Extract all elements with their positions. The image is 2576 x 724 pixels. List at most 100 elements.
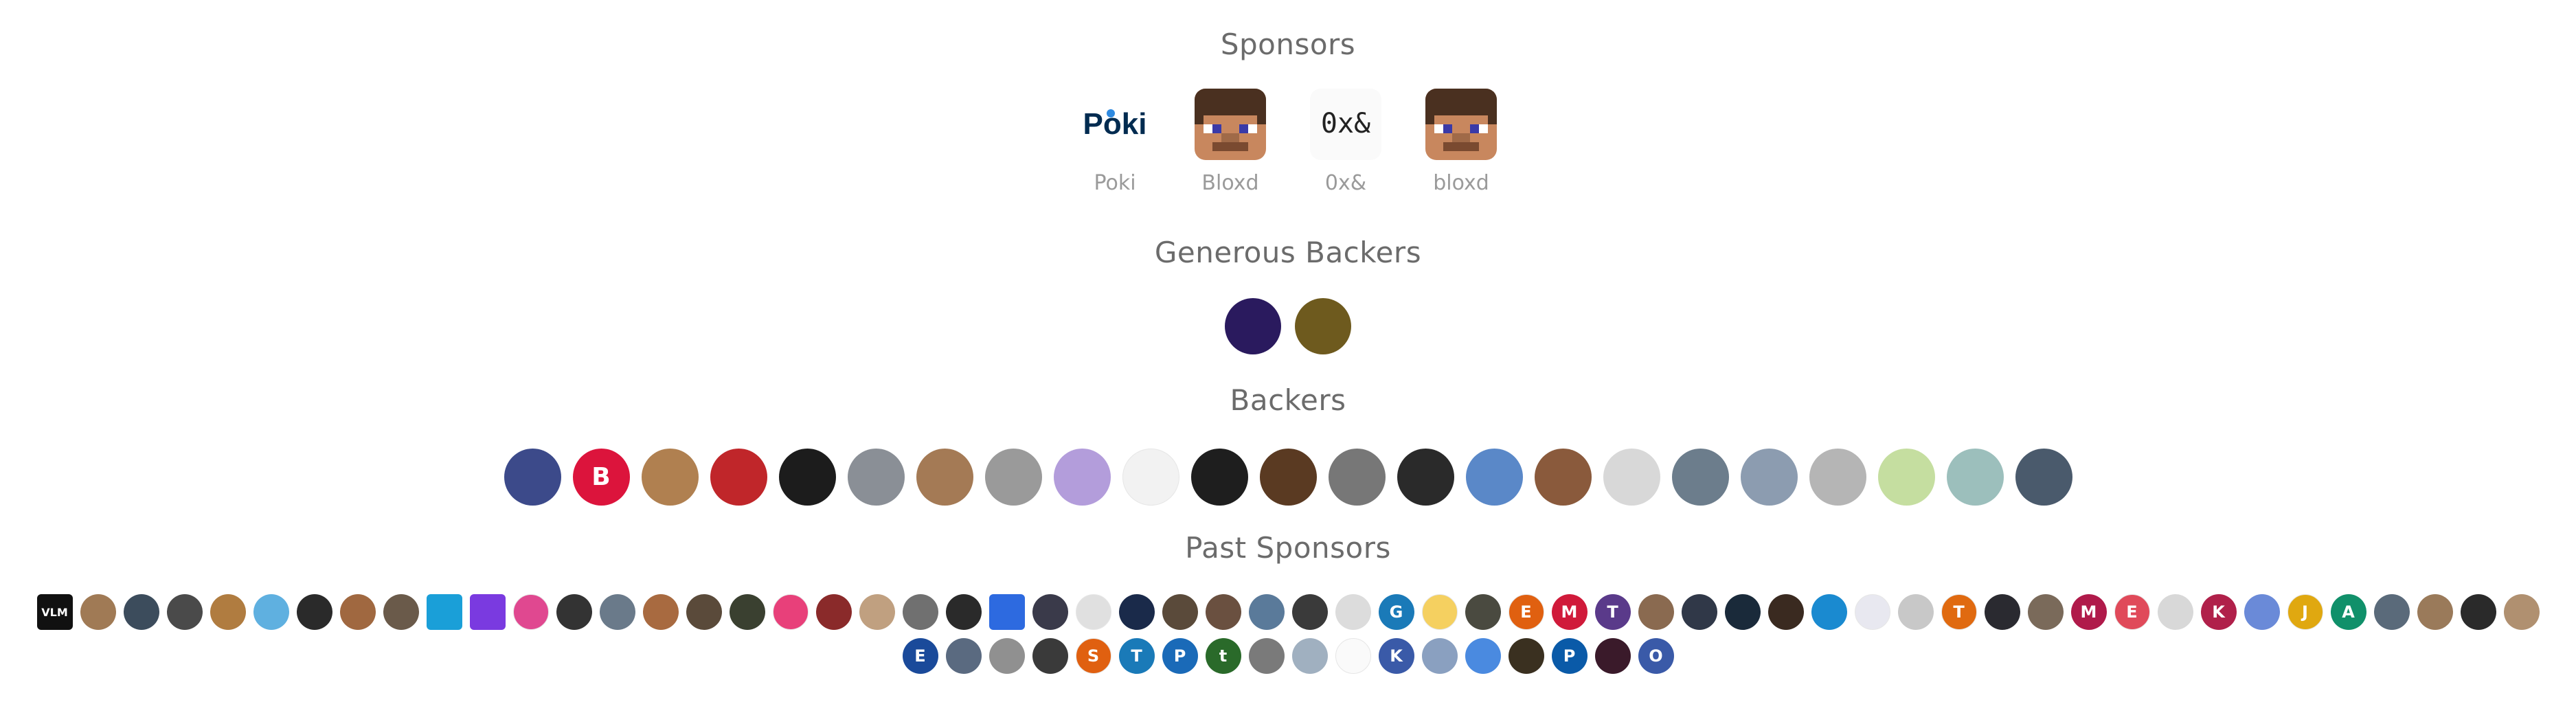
past-sponsor-avatar[interactable] xyxy=(123,594,159,630)
backer-avatar[interactable] xyxy=(1603,449,1660,506)
past-sponsor-avatar[interactable]: P xyxy=(1162,638,1198,674)
backer-avatar[interactable] xyxy=(1809,449,1866,506)
past-sponsor-avatar[interactable] xyxy=(1032,594,1068,630)
past-sponsor-avatar[interactable] xyxy=(859,594,895,630)
backer-avatar[interactable] xyxy=(641,449,699,506)
past-sponsor-avatar[interactable]: M xyxy=(1551,594,1588,630)
past-sponsor-avatar[interactable]: G xyxy=(1378,594,1414,630)
past-sponsor-avatar[interactable] xyxy=(339,594,376,630)
backer-avatar[interactable] xyxy=(778,449,836,506)
backer-avatar[interactable] xyxy=(1877,449,1935,506)
past-sponsor-avatar[interactable]: M xyxy=(2070,594,2107,630)
past-sponsor-avatar[interactable]: P xyxy=(1551,638,1588,674)
past-sponsor-avatar[interactable] xyxy=(1638,594,1674,630)
past-sponsor-avatar[interactable] xyxy=(815,594,852,630)
sponsor-bloxd-2[interactable]: bloxd xyxy=(1425,89,1498,195)
past-sponsor-avatar[interactable] xyxy=(1465,638,1501,674)
backer-avatar[interactable] xyxy=(847,449,905,506)
past-sponsor-avatar[interactable]: E xyxy=(1508,594,1544,630)
backer-avatar[interactable] xyxy=(1259,449,1317,506)
past-sponsor-avatar[interactable] xyxy=(2027,594,2064,630)
sponsor-poki[interactable]: Poki Poki xyxy=(1078,89,1151,195)
past-sponsor-avatar[interactable] xyxy=(902,594,938,630)
past-sponsor-avatar[interactable] xyxy=(80,594,116,630)
backer-avatar[interactable] xyxy=(1465,449,1523,506)
backer-avatar[interactable]: B xyxy=(572,449,630,506)
past-sponsor-avatar[interactable] xyxy=(642,594,679,630)
backer-avatar[interactable] xyxy=(1053,449,1111,506)
past-sponsor-avatar[interactable] xyxy=(426,594,462,630)
past-sponsor-avatar[interactable] xyxy=(1421,638,1458,674)
backer-avatar[interactable] xyxy=(1740,449,1798,506)
past-sponsor-avatar[interactable] xyxy=(1118,594,1155,630)
past-sponsor-avatar[interactable] xyxy=(210,594,246,630)
backer-avatar[interactable] xyxy=(916,449,973,506)
past-sponsor-avatar[interactable]: E xyxy=(902,638,938,674)
backer-avatar[interactable] xyxy=(710,449,767,506)
past-sponsor-avatar[interactable] xyxy=(556,594,592,630)
past-sponsor-avatar[interactable] xyxy=(1421,594,1458,630)
past-sponsor-avatar[interactable]: T xyxy=(1118,638,1155,674)
past-sponsor-avatar[interactable] xyxy=(729,594,765,630)
past-sponsor-avatar[interactable]: T xyxy=(1941,594,1977,630)
past-sponsor-avatar[interactable] xyxy=(988,638,1025,674)
golden-figure-avatar-icon[interactable] xyxy=(1295,298,1351,354)
past-sponsor-avatar[interactable] xyxy=(2157,594,2193,630)
past-sponsor-avatar[interactable] xyxy=(1291,638,1328,674)
past-sponsor-avatar[interactable] xyxy=(1465,594,1501,630)
backer-avatar[interactable] xyxy=(504,449,561,506)
past-sponsor-avatar[interactable] xyxy=(1335,594,1371,630)
past-sponsor-avatar[interactable]: O xyxy=(1638,638,1674,674)
past-sponsor-avatar[interactable] xyxy=(1681,594,1717,630)
past-sponsor-avatar[interactable] xyxy=(2417,594,2453,630)
backer-avatar[interactable] xyxy=(1190,449,1248,506)
past-sponsor-avatar[interactable] xyxy=(1508,638,1544,674)
past-sponsor-avatar[interactable]: T xyxy=(1594,594,1631,630)
past-sponsor-avatar[interactable] xyxy=(1205,594,1241,630)
backer-avatar[interactable] xyxy=(2015,449,2072,506)
past-sponsor-avatar[interactable]: S xyxy=(1075,638,1111,674)
past-sponsor-avatar[interactable] xyxy=(166,594,203,630)
backer-avatar[interactable] xyxy=(1946,449,2004,506)
past-sponsor-avatar[interactable] xyxy=(1248,594,1285,630)
sponsor-bloxd[interactable]: Bloxd xyxy=(1194,89,1267,195)
past-sponsor-avatar[interactable] xyxy=(383,594,419,630)
past-sponsor-avatar[interactable]: A xyxy=(2330,594,2366,630)
past-sponsor-avatar[interactable]: E xyxy=(2114,594,2150,630)
past-sponsor-avatar[interactable] xyxy=(945,638,982,674)
sponsor-0x[interactable]: 0x& 0x& xyxy=(1309,89,1382,195)
backer-avatar[interactable] xyxy=(984,449,1042,506)
past-sponsor-avatar[interactable]: VLM xyxy=(36,594,73,630)
backer-avatar[interactable] xyxy=(1534,449,1592,506)
past-sponsor-avatar[interactable] xyxy=(469,594,506,630)
past-sponsor-avatar[interactable] xyxy=(1291,594,1328,630)
past-sponsor-avatar[interactable] xyxy=(686,594,722,630)
past-sponsor-avatar[interactable] xyxy=(2244,594,2280,630)
past-sponsor-avatar[interactable] xyxy=(1075,594,1111,630)
past-sponsor-avatar[interactable] xyxy=(253,594,289,630)
past-sponsor-avatar[interactable] xyxy=(1724,594,1761,630)
past-sponsor-avatar[interactable] xyxy=(1335,638,1371,674)
past-sponsor-avatar[interactable] xyxy=(1854,594,1890,630)
past-sponsor-avatar[interactable] xyxy=(2373,594,2410,630)
past-sponsor-avatar[interactable] xyxy=(512,594,549,630)
past-sponsor-avatar[interactable] xyxy=(599,594,635,630)
backer-avatar[interactable] xyxy=(1671,449,1729,506)
past-sponsor-avatar[interactable]: K xyxy=(1378,638,1414,674)
past-sponsor-avatar[interactable] xyxy=(772,594,809,630)
past-sponsor-avatar[interactable] xyxy=(2503,594,2540,630)
past-sponsor-avatar[interactable] xyxy=(945,594,982,630)
backer-avatar[interactable] xyxy=(1397,449,1454,506)
code-avatar-icon[interactable] xyxy=(1225,298,1281,354)
past-sponsor-avatar[interactable] xyxy=(1248,638,1285,674)
past-sponsor-avatar[interactable] xyxy=(1032,638,1068,674)
past-sponsor-avatar[interactable] xyxy=(2460,594,2496,630)
past-sponsor-avatar[interactable]: t xyxy=(1205,638,1241,674)
past-sponsor-avatar[interactable] xyxy=(296,594,332,630)
backer-avatar[interactable] xyxy=(1328,449,1386,506)
backer-avatar[interactable] xyxy=(1122,449,1179,506)
past-sponsor-avatar[interactable] xyxy=(1594,638,1631,674)
past-sponsor-avatar[interactable] xyxy=(988,594,1025,630)
past-sponsor-avatar[interactable] xyxy=(1897,594,1934,630)
past-sponsor-avatar[interactable] xyxy=(1984,594,2020,630)
